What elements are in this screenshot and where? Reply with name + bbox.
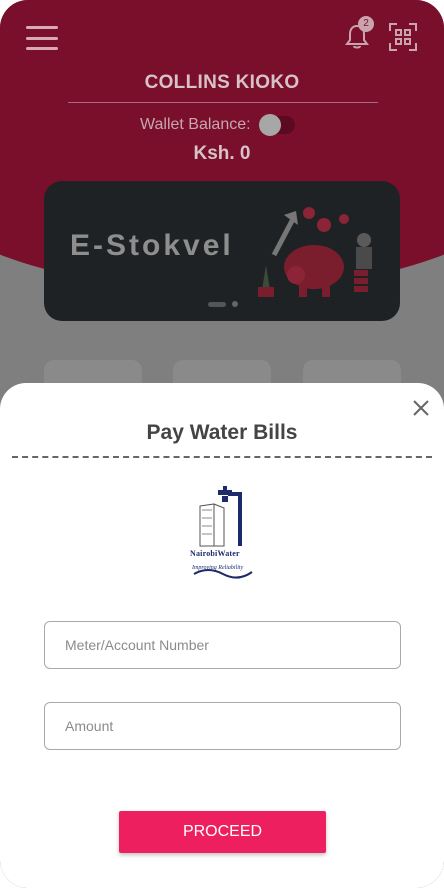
banner-title: E-Stokvel <box>70 229 234 262</box>
logo-name: NairobiWater <box>190 549 240 558</box>
balance-visibility-toggle[interactable] <box>258 114 295 136</box>
user-name: COLLINS KIOKO <box>144 72 300 93</box>
header-divider <box>68 102 378 103</box>
carousel-dot-active[interactable] <box>208 301 226 307</box>
carousel-dot[interactable] <box>232 301 238 307</box>
menu-icon[interactable] <box>26 26 58 50</box>
qr-scan-icon[interactable] <box>388 22 418 52</box>
wallet-balance-label: Wallet Balance: <box>140 116 251 133</box>
meter-account-number-input[interactable] <box>44 621 401 669</box>
amount-input[interactable] <box>44 702 401 750</box>
wallet-balance-row: Wallet Balance: <box>140 114 295 136</box>
piggy-bank-illustration <box>258 207 372 297</box>
toggle-knob <box>258 114 281 136</box>
modal-title: Pay Water Bills <box>146 421 298 444</box>
dashed-divider <box>12 456 432 458</box>
logo-tagline: Improving Reliability <box>192 565 244 571</box>
app-screen: 2 COLLINS KIOKO Wallet Balance: Ksh. 0 E… <box>0 0 444 888</box>
proceed-button[interactable]: PROCEED <box>119 811 326 853</box>
notification-badge: 2 <box>358 16 374 32</box>
wallet-balance-value: Ksh. 0 <box>193 143 251 164</box>
carousel-indicator[interactable] <box>208 301 238 307</box>
promo-banner[interactable]: E-Stokvel <box>44 181 400 321</box>
close-icon[interactable] <box>410 397 432 419</box>
